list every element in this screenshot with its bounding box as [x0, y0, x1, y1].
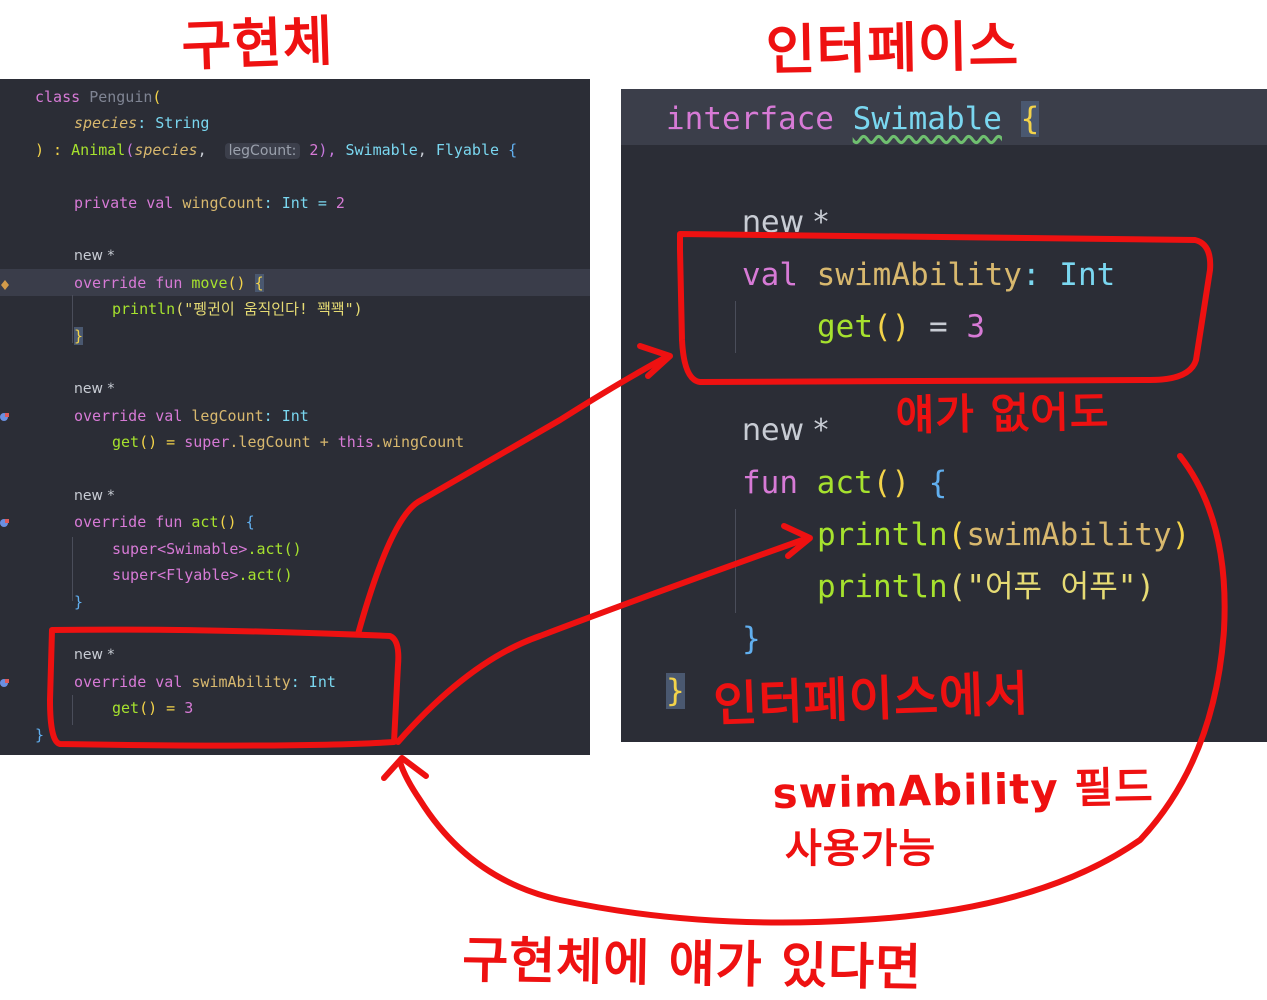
- code-line: }: [74, 593, 84, 611]
- code-line: ) : Animal(species, legCount: 2), Swimab…: [35, 141, 518, 159]
- code-line: println(swimAbility): [817, 517, 1191, 553]
- code-line: class Penguin(: [35, 88, 162, 106]
- code-line: species: String: [74, 114, 210, 132]
- code-line: fun act() {: [742, 465, 948, 501]
- code-line: println("펭귄이 움직인다! 꽥꽥"): [112, 300, 363, 318]
- author-hint[interactable]: new *: [74, 243, 114, 269]
- note-field: swimAbility 필드: [772, 762, 1155, 818]
- code-line: }: [35, 726, 45, 744]
- note-without: 얘가 없어도: [895, 387, 1110, 440]
- code-line: }: [666, 673, 685, 709]
- implement-gutter-icon[interactable]: [0, 674, 10, 687]
- implement-gutter-icon[interactable]: [0, 514, 10, 527]
- code-line: println("어푸 어푸"): [817, 569, 1156, 605]
- code-line: }: [74, 327, 84, 345]
- code-line: get() = 3: [817, 309, 986, 345]
- title-implementation: 구현체: [180, 9, 335, 78]
- author-hint[interactable]: new *: [74, 642, 114, 668]
- code-line: val swimAbility: Int: [742, 257, 1116, 293]
- title-interface: 인터페이스: [765, 14, 1020, 82]
- override-gutter-icon[interactable]: [0, 276, 10, 290]
- code-line: override val swimAbility: Int: [74, 673, 336, 691]
- code-line: override fun move() {: [74, 274, 264, 292]
- note-if-implementation: 구현체에 얘가 있다면: [461, 930, 923, 998]
- code-line: interface Swimable {: [666, 101, 1040, 137]
- parameter-hint: legCount:: [224, 143, 301, 159]
- implementation-code-panel: class Penguin( species: String ) : Anima…: [0, 79, 590, 755]
- code-line: get() = super.legCount + this.wingCount: [112, 433, 465, 451]
- code-line: }: [742, 621, 761, 657]
- author-hint[interactable]: new *: [74, 483, 114, 509]
- note-usable: 사용가능: [785, 826, 937, 872]
- code-line: super<Swimable>.act(): [112, 540, 302, 558]
- code-line: override fun act() {: [74, 513, 255, 531]
- code-line: get() = 3: [112, 699, 194, 717]
- code-line: private val wingCount: Int = 2: [74, 194, 345, 212]
- code-line: override val legCount: Int: [74, 407, 309, 425]
- author-hint[interactable]: new *: [742, 197, 829, 249]
- note-from-interface: 인터페이스에서: [712, 665, 1031, 733]
- author-hint[interactable]: new *: [74, 376, 114, 402]
- author-hint[interactable]: new *: [742, 405, 829, 457]
- implement-gutter-icon[interactable]: [0, 408, 10, 421]
- code-line: super<Flyable>.act(): [112, 566, 293, 584]
